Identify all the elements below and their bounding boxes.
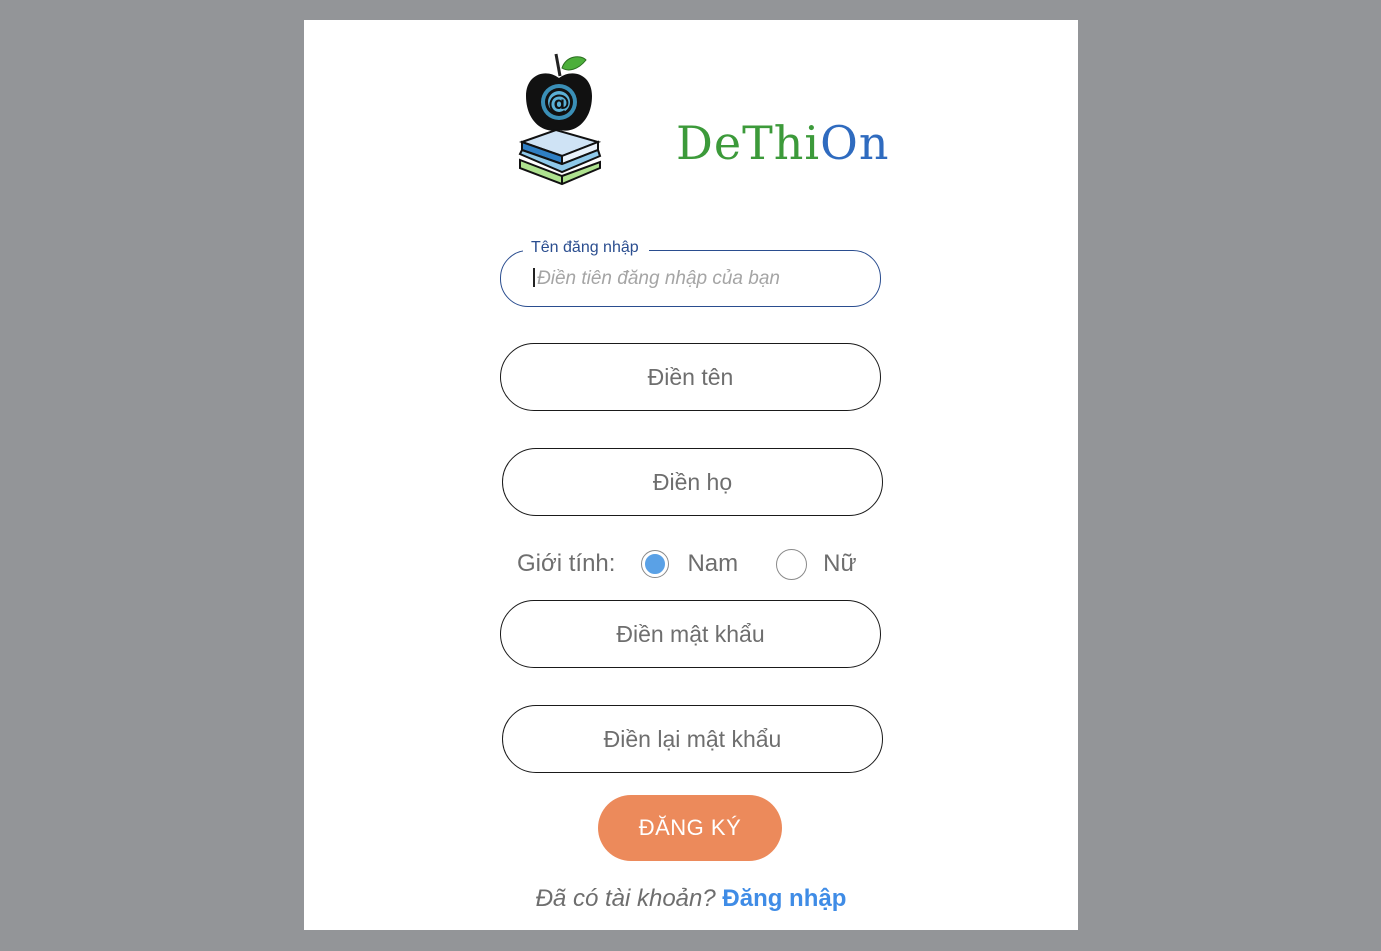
last-name-field[interactable]: Điền họ [502,448,883,516]
confirm-password-placeholder: Điền lại mật khẩu [603,725,782,752]
username-placeholder: Điền tiên đăng nhập của bạn [537,268,780,289]
radio-selected-dot [643,552,668,576]
confirm-password-field[interactable]: Điền lại mật khẩu [502,705,883,773]
login-prompt: Đã có tài khoản? Đăng nhập [304,885,1078,913]
register-card: @ DeThiOn Tên đăng nhập Điền tiên đăng n… [304,20,1078,930]
gender-radio-male[interactable] [641,550,670,578]
last-name-placeholder: Điền họ [652,468,733,495]
text-caret [533,268,535,287]
brand-name-part1: DeThi [676,116,821,170]
first-name-placeholder: Điền tên [647,363,734,390]
apple-books-at-icon: @ [518,53,602,186]
gender-group: Giới tính: Nam Nữ [517,546,857,582]
password-field[interactable]: Điền mật khẩu [500,600,881,668]
svg-text:@: @ [548,91,570,116]
first-name-field[interactable]: Điền tên [500,343,881,411]
register-button[interactable]: ĐĂNG KÝ [598,795,782,861]
gender-option-female-label[interactable]: Nữ [823,550,856,578]
gender-radio-female[interactable] [776,548,808,580]
login-link[interactable]: Đăng nhập [722,885,846,912]
gender-option-male-label[interactable]: Nam [687,550,738,578]
username-label: Tên đăng nhập [523,239,649,257]
login-question: Đã có tài khoản? [535,885,716,912]
password-placeholder: Điền mật khẩu [616,620,765,647]
brand-name-part2: On [820,116,890,170]
gender-label: Giới tính: [517,550,616,577]
brand-name: DeThiOn [676,116,889,170]
username-field[interactable]: Tên đăng nhập Điền tiên đăng nhập của bạ… [500,239,881,307]
username-input[interactable]: Điền tiên đăng nhập của bạn [533,268,780,290]
register-button-label: ĐĂNG KÝ [638,815,742,840]
